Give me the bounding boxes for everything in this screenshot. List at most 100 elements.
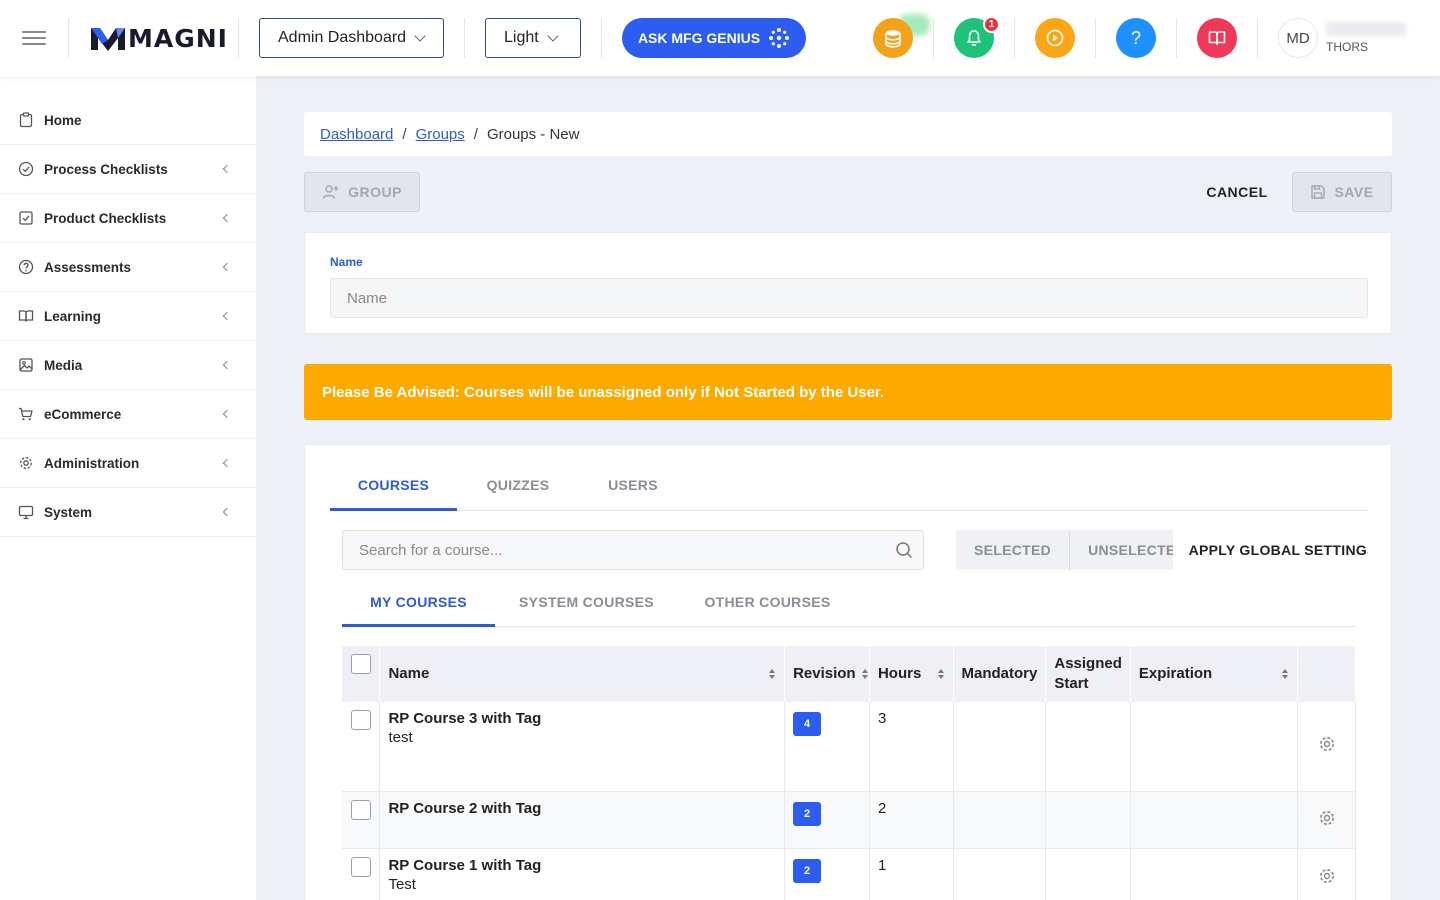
breadcrumb-groups-link[interactable]: Groups [416,126,465,143]
divider [933,18,934,58]
sort-icon[interactable] [1281,668,1289,680]
notifications-button[interactable]: 1 [954,16,1000,58]
column-header-assigned-start[interactable]: Assigned Start [1045,646,1131,702]
gear-icon [20,457,32,469]
sidebar-item-administration[interactable]: Administration [0,439,256,488]
name-field[interactable] [330,278,1368,318]
hamburger-menu-icon[interactable] [22,27,46,49]
filter-selected-button[interactable]: SELECTED [956,530,1071,570]
tab-system-courses[interactable]: SYSTEM COURSES [495,585,678,627]
media-play-button[interactable] [1035,18,1075,58]
apply-global-settings-button[interactable]: APPLY GLOBAL SETTINGS [1172,530,1368,570]
sidebar-item-product-checklists[interactable]: Product Checklists [0,194,256,243]
question-circle-icon [18,259,34,275]
dashboard-select[interactable]: Admin Dashboard [259,18,444,58]
expiration-cell [1130,848,1299,900]
search-icon[interactable] [895,541,913,559]
magni-logo-icon [91,28,125,51]
main-tabs: COURSES QUIZZES USERS [330,475,1368,511]
chevron-left-icon [222,409,232,419]
sort-icon[interactable] [768,668,776,680]
brand-logo[interactable]: MAGNI [90,22,228,54]
coins-button[interactable] [873,18,913,58]
breadcrumb: Dashboard / Groups / Groups - New [304,112,1392,156]
course-search-input[interactable] [343,531,883,569]
column-header-hours[interactable]: Hours [869,646,954,702]
user-organization: THORS [1326,40,1368,54]
select-all-checkbox[interactable] [350,654,371,674]
table-row: RP Course 3 with Tag test 4 3 [342,702,1356,792]
avatar[interactable]: MD [1278,18,1318,58]
add-group-button[interactable]: GROUP [304,172,420,212]
column-label: Hours [877,665,922,682]
row-settings-gear-icon[interactable] [1318,867,1336,885]
sidebar-item-learning[interactable]: Learning [0,292,256,341]
row-checkbox[interactable] [350,799,371,820]
sidebar-item-label: Administration [44,455,140,471]
ask-mfg-genius-button[interactable]: ASK MFG GENIUS [622,18,806,58]
tab-my-courses[interactable]: MY COURSES [342,585,495,627]
sidebar-item-label: Assessments [44,259,132,275]
column-label: Expiration [1138,665,1213,682]
tab-label: USERS [608,477,658,493]
sidebar-item-system[interactable]: System [0,488,256,537]
tab-courses[interactable]: COURSES [330,475,457,511]
row-settings-gear-icon[interactable] [1318,735,1336,753]
dashboard-select-value: Admin Dashboard [278,29,407,46]
tab-users[interactable]: USERS [579,475,687,511]
row-settings-gear-icon[interactable] [1318,809,1336,827]
image-icon [19,358,33,372]
column-header-revision[interactable]: Revision [784,646,870,702]
cancel-button[interactable]: CANCEL [1196,172,1278,212]
chevron-left-icon [222,262,232,272]
revision-badge: 2 [793,858,822,883]
selection-filter-group: SELECTED UNSELECTED APPLY GLOBAL SETTING… [956,530,1368,570]
advisory-alert-text: Please Be Advised: Courses will be unass… [322,383,885,401]
column-header-name[interactable]: Name [379,646,786,702]
mandatory-cell [953,791,1047,849]
column-header-mandatory[interactable]: Mandatory [953,646,1047,702]
clipboard-icon [19,112,33,128]
breadcrumb-dashboard-link[interactable]: Dashboard [320,126,393,143]
play-icon [1046,29,1064,47]
tab-other-courses[interactable]: OTHER COURSES [678,585,857,627]
sort-icon[interactable] [861,668,869,680]
breadcrumb-separator: / [473,125,478,143]
tab-label: QUIZZES [486,477,550,493]
row-select-cell [342,702,381,792]
advisory-alert: Please Be Advised: Courses will be unass… [304,364,1392,420]
table-row: RP Course 1 with Tag Test 2 1 [342,848,1356,900]
course-title: RP Course 3 with Tag [388,710,542,727]
filter-label: UNSELECTED [1088,542,1173,558]
sidebar-item-assessments[interactable]: Assessments [0,243,256,292]
sidebar-item-label: Home [44,112,82,128]
column-label: Assigned Start [1054,655,1122,692]
guide-book-button[interactable] [1197,18,1237,58]
save-button[interactable]: SAVE [1292,172,1392,212]
row-checkbox[interactable] [350,710,371,730]
tab-quizzes[interactable]: QUIZZES [457,475,579,511]
sort-icon[interactable] [937,668,945,680]
row-select-cell [342,848,381,900]
column-label: Mandatory [961,665,1038,682]
tab-label: SYSTEM COURSES [519,594,654,610]
sidebar-item-media[interactable]: Media [0,341,256,390]
sidebar-item-ecommerce[interactable]: eCommerce [0,390,256,439]
divider [1176,18,1177,58]
theme-select[interactable]: Light [485,18,581,58]
row-checkbox[interactable] [350,856,371,877]
filter-unselected-button[interactable]: UNSELECTED [1070,530,1173,570]
hours-cell: 1 [869,848,954,900]
sidebar-item-home[interactable]: Home [0,96,256,145]
course-subtitle: test [388,729,413,746]
column-header-expiration[interactable]: Expiration [1130,646,1299,702]
check-square-icon [19,211,33,225]
hours-cell: 2 [869,791,954,849]
help-button[interactable]: ? [1116,18,1156,58]
revision-cell: 4 [784,702,870,792]
sidebar-item-process-checklists[interactable]: Process Checklists [0,145,256,194]
name-field-label: Name [330,255,363,269]
row-settings-cell [1297,702,1356,792]
mandatory-cell [953,848,1047,900]
divider [68,18,69,58]
